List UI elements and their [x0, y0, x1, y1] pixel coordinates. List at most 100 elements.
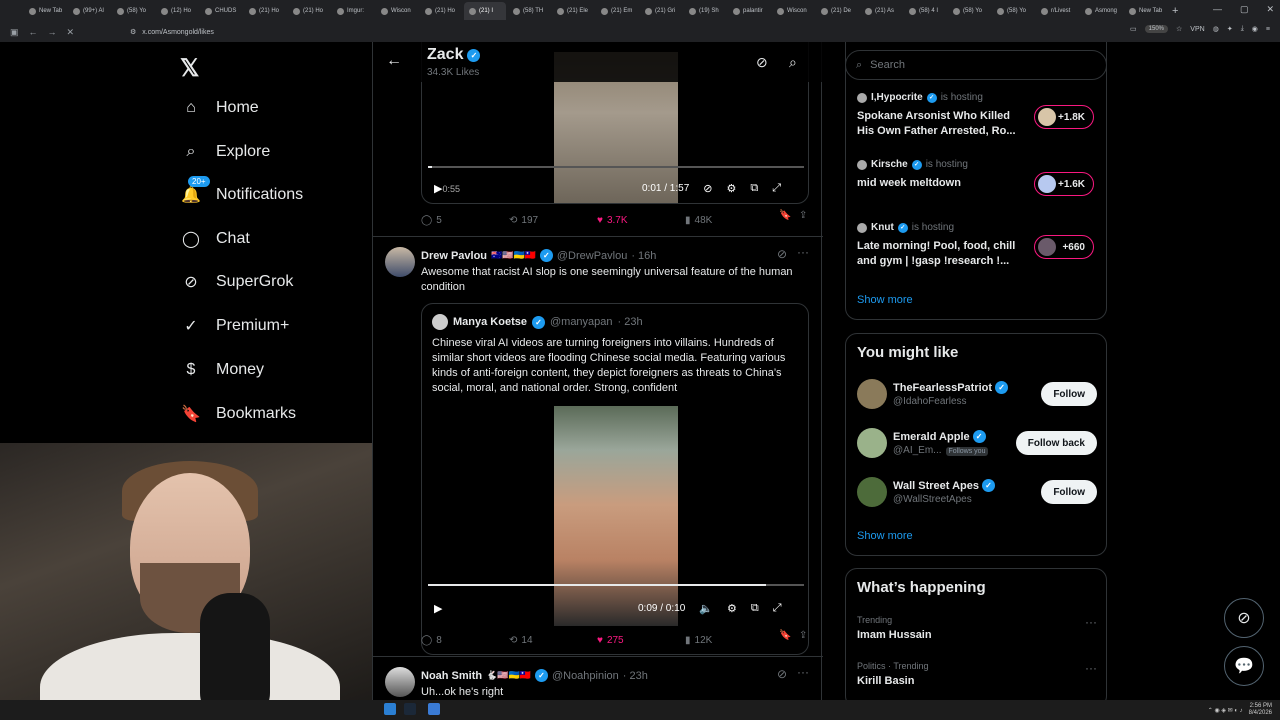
- download-icon[interactable]: ⤓: [1241, 25, 1244, 33]
- extensions-icon[interactable]: ✦: [1227, 25, 1233, 33]
- browser-tab[interactable]: New Tab: [24, 2, 66, 20]
- bookmark-icon[interactable]: 🔖: [779, 630, 791, 641]
- play-icon[interactable]: ▶: [434, 182, 442, 195]
- suggested-account[interactable]: Emerald Apple ✓ @AI_Em... Follows you Follow…: [857, 428, 1097, 462]
- menu-icon[interactable]: ≡: [1266, 26, 1270, 33]
- browser-tab[interactable]: palantir: [728, 2, 770, 20]
- grok-icon[interactable]: ⊘: [756, 54, 768, 71]
- show-more-link[interactable]: Show more: [857, 294, 913, 306]
- app-icon[interactable]: [428, 703, 440, 715]
- wallet-icon[interactable]: ◍: [1213, 25, 1219, 33]
- profile-icon[interactable]: ◉: [1252, 25, 1258, 33]
- site-info-icon[interactable]: ⚙: [130, 28, 136, 36]
- browser-tab[interactable]: (58) 4 I: [904, 2, 946, 20]
- browser-tab[interactable]: New Tab: [1124, 2, 1166, 20]
- pip-icon[interactable]: ⧉: [750, 182, 758, 195]
- nav-item-chat[interactable]: ◯ Chat: [180, 227, 250, 251]
- author-name[interactable]: Drew Pavlou: [421, 250, 487, 262]
- browser-tab[interactable]: Wiscon: [376, 2, 418, 20]
- browser-tab[interactable]: (21) Ho: [244, 2, 286, 20]
- browser-tab[interactable]: (21) De: [816, 2, 858, 20]
- sidebar-toggle-icon[interactable]: ▣: [10, 27, 19, 38]
- share-icon[interactable]: ⇪: [799, 210, 807, 221]
- author-handle[interactable]: @Noahpinion: [552, 670, 619, 682]
- follow-button[interactable]: Follow back: [1015, 431, 1097, 455]
- suggested-account[interactable]: TheFearlessPatriot ✓ @IdahoFearless Follow: [857, 379, 1097, 413]
- tweet[interactable]: Drew Pavlou 🇦🇺🇺🇸🇺🇦🇹🇼 ✓ @DrewPavlou · 16h…: [373, 237, 823, 657]
- back-arrow-icon[interactable]: ←: [29, 27, 38, 37]
- reposts-button[interactable]: ⟲ 14: [509, 635, 533, 646]
- messages-fab-icon[interactable]: 💬: [1224, 646, 1264, 686]
- x-logo-icon[interactable]: 𝕏: [180, 54, 199, 83]
- settings-icon[interactable]: ⚙: [726, 182, 736, 195]
- settings-icon[interactable]: ⚙: [727, 602, 737, 615]
- reposts-button[interactable]: ⟲ 197: [509, 215, 538, 226]
- views-button[interactable]: ▮ 12K: [685, 635, 712, 646]
- forward-arrow-icon[interactable]: →: [48, 27, 57, 37]
- nav-item-supergrok[interactable]: ⊘ SuperGrok: [180, 270, 293, 294]
- author-handle[interactable]: @DrewPavlou: [557, 250, 627, 262]
- browser-tab[interactable]: (21) I: [464, 2, 506, 20]
- browser-tab[interactable]: CHUDS: [200, 2, 242, 20]
- search-icon[interactable]: ⌕: [789, 54, 797, 71]
- browser-tab[interactable]: Imgur:: [332, 2, 374, 20]
- nav-item-home[interactable]: ⌂ Home: [180, 96, 259, 120]
- browser-tab[interactable]: Asmong: [1080, 2, 1122, 20]
- more-icon[interactable]: ···: [1085, 661, 1097, 675]
- video-progress-bar[interactable]: [428, 584, 804, 586]
- vpn-badge[interactable]: VPN: [1190, 26, 1204, 33]
- nav-item-notifications[interactable]: 🔔 20+ Notifications: [180, 176, 303, 207]
- browser-tab[interactable]: (12) Ho: [156, 2, 198, 20]
- nav-item-premium[interactable]: ✓ Premium+: [180, 314, 289, 338]
- trend-item[interactable]: Politics · Trending Kirill Basin ···: [857, 661, 1097, 687]
- space-item[interactable]: I,Hypocrite ✓ is hosting Spokane Arsonist W…: [857, 92, 1022, 139]
- steam-icon[interactable]: [404, 703, 416, 715]
- nav-item-money[interactable]: $ Money: [180, 358, 264, 382]
- grok-icon[interactable]: ⊘: [777, 667, 787, 681]
- fullscreen-icon[interactable]: ⤢: [772, 182, 781, 195]
- screenshot-icon[interactable]: ▭: [1130, 25, 1137, 33]
- quote-video[interactable]: ▶ 0:09 / 0:10 🔈 ⚙ ⧉ ⤢: [422, 406, 808, 626]
- fullscreen-icon[interactable]: ⤢: [773, 602, 782, 615]
- avatar[interactable]: [385, 247, 415, 277]
- grok-icon[interactable]: ⊘: [777, 247, 787, 261]
- browser-tab[interactable]: (58) Yo: [992, 2, 1034, 20]
- new-tab-icon[interactable]: +: [1172, 5, 1178, 17]
- more-icon[interactable]: ···: [1085, 615, 1097, 629]
- trend-item[interactable]: Trending Imam Hussain ···: [857, 615, 1097, 641]
- browser-tab[interactable]: Wiscon: [772, 2, 814, 20]
- replies-button[interactable]: ◯ 8: [421, 635, 442, 646]
- volume-icon[interactable]: 🔈: [699, 602, 713, 615]
- browser-tab[interactable]: (21) Em: [596, 2, 638, 20]
- browser-tab[interactable]: (58) Yo: [948, 2, 990, 20]
- share-icon[interactable]: ⇪: [799, 630, 807, 641]
- space-item[interactable]: Kirsche ✓ is hosting mid week meltdown: [857, 159, 1022, 191]
- browser-tab[interactable]: (19) Sh: [684, 2, 726, 20]
- browser-tab[interactable]: (21) Gri: [640, 2, 682, 20]
- follow-button[interactable]: Follow: [1041, 480, 1097, 504]
- author-name[interactable]: Noah Smith: [421, 670, 482, 682]
- bookmark-star-icon[interactable]: ☆: [1176, 25, 1182, 33]
- minimize-icon[interactable]: —: [1213, 4, 1222, 15]
- play-icon[interactable]: ▶: [434, 602, 442, 615]
- likes-button[interactable]: ♥ 275: [597, 635, 624, 646]
- likes-button[interactable]: ♥ 3.7K: [597, 215, 628, 226]
- space-listeners-button[interactable]: +660: [1034, 235, 1094, 259]
- nav-item-bookmarks[interactable]: 🔖 Bookmarks: [180, 402, 296, 426]
- avatar[interactable]: [385, 667, 415, 697]
- show-more-link[interactable]: Show more: [857, 530, 913, 542]
- stop-icon[interactable]: ✕: [67, 27, 75, 38]
- replies-button[interactable]: ◯ 5: [421, 215, 442, 226]
- pip-icon[interactable]: ⧉: [751, 602, 759, 615]
- zoom-level[interactable]: 150%: [1144, 25, 1169, 33]
- tweet-time[interactable]: · 23h: [623, 670, 648, 682]
- back-button[interactable]: ←: [386, 52, 402, 70]
- browser-tab[interactable]: (99+) Al: [68, 2, 110, 20]
- close-icon[interactable]: ✕: [1266, 4, 1274, 15]
- tweet-time[interactable]: · 16h: [631, 250, 656, 262]
- more-icon[interactable]: ···: [797, 245, 809, 259]
- tray-icons[interactable]: ⌃ ◉ ◈ ✉ ◐ ♪: [1208, 707, 1243, 714]
- bookmark-icon[interactable]: 🔖: [779, 210, 791, 221]
- play-button[interactable]: ▶: [434, 602, 442, 615]
- avatar[interactable]: [857, 428, 887, 458]
